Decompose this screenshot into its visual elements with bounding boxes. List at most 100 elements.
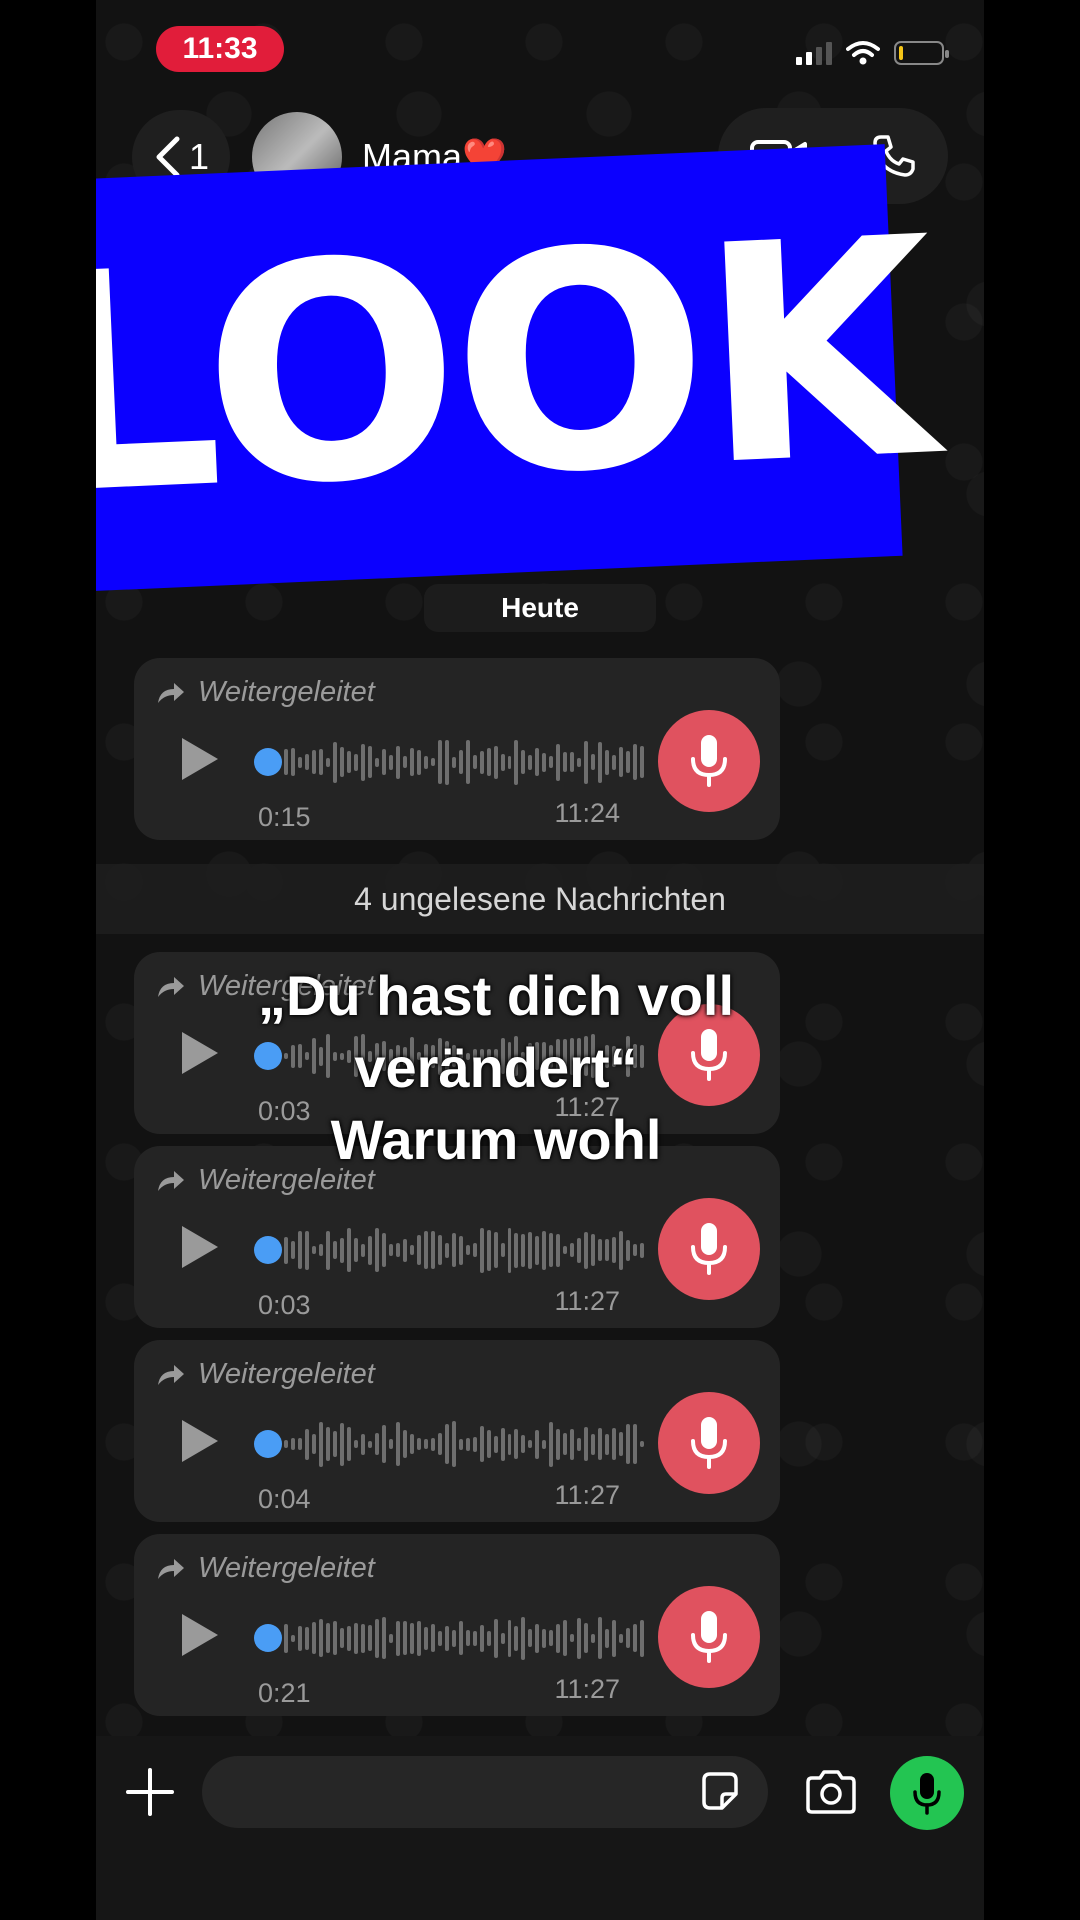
play-icon[interactable] [182, 1420, 218, 1462]
forward-icon [158, 1364, 184, 1385]
waveform-bar [458, 1621, 463, 1655]
forwarded-text: Weitergeleitet [198, 1552, 375, 1584]
waveform-bar [353, 1440, 358, 1448]
waveform-bar [458, 750, 463, 774]
waveform-bar [437, 1630, 442, 1646]
waveform-bar [297, 756, 302, 768]
waveform-bar [528, 1231, 533, 1269]
forwarded-text: Weitergeleitet [198, 676, 375, 708]
message-input[interactable] [202, 1756, 768, 1828]
waveform-bar [479, 1426, 484, 1462]
microphone-icon [913, 1773, 941, 1815]
waveform-bar [521, 750, 526, 774]
waveform-bar [437, 1235, 442, 1265]
waveform-bar [353, 753, 358, 771]
waveform-bar [472, 1243, 477, 1257]
waveform-bar [374, 1433, 379, 1455]
waveform-bar [284, 749, 288, 775]
waveform-bar [535, 1429, 540, 1459]
waveform-bar [500, 753, 505, 771]
waveform-bar [360, 1243, 365, 1257]
waveform-bar [563, 752, 568, 772]
waveform-bar [619, 1432, 624, 1456]
waveform-bar [465, 740, 470, 784]
waveform-bar [619, 747, 624, 777]
waveform-bar [360, 1433, 365, 1455]
waveform-bar [409, 748, 414, 776]
progress-dot[interactable] [254, 1430, 282, 1458]
waveform-bar [388, 1633, 393, 1643]
waveform-bar [535, 748, 540, 776]
waveform-bar [402, 756, 407, 768]
waveform-bar [584, 1427, 589, 1461]
waveform-bar [304, 1626, 309, 1650]
status-time: 11:33 [156, 26, 284, 72]
waveform-bar [514, 1232, 519, 1268]
waveform-bar [542, 1230, 547, 1270]
waveform-bar [304, 1428, 309, 1460]
waveform-bar [290, 748, 295, 776]
waveform-bar [311, 750, 316, 774]
duration: 0:04 [258, 1484, 311, 1514]
waveform-bar [325, 1427, 330, 1461]
waveform-bar [423, 1231, 428, 1269]
waveform-bar [598, 1617, 603, 1659]
waveform-bar [423, 1439, 428, 1449]
waveform-bar [591, 1633, 596, 1643]
back-count: 1 [188, 136, 210, 177]
play-icon[interactable] [182, 1614, 218, 1656]
waveform-bar [500, 1243, 505, 1257]
date-chip: Heute [424, 584, 656, 632]
waveform-bar [570, 1634, 575, 1642]
waveform[interactable] [284, 1604, 645, 1672]
waveform-bar [591, 754, 596, 770]
waveform[interactable] [284, 728, 645, 796]
waveform-bar [332, 1431, 337, 1457]
waveform-bar [493, 1232, 498, 1268]
waveform-bar [507, 1619, 512, 1657]
waveform-bar [304, 1230, 309, 1270]
waveform-bar [423, 755, 428, 769]
forward-icon [158, 682, 184, 703]
waveform-bar [360, 1623, 365, 1653]
waveform-bar [430, 1437, 435, 1451]
progress-dot[interactable] [254, 1624, 282, 1652]
record-voice-button[interactable] [890, 1756, 964, 1830]
waveform-bar [472, 755, 477, 769]
camera-icon[interactable] [804, 1770, 858, 1814]
waveform-bar [325, 757, 330, 767]
chat-screen: 11:33 1 Mama❤️ LOOK Heute Weitergeleitet… [96, 0, 984, 1920]
play-icon[interactable] [182, 738, 218, 780]
forwarded-text: Weitergeleitet [198, 1358, 375, 1390]
waveform-bar [570, 1428, 575, 1460]
waveform-bar [556, 1623, 561, 1653]
sticker-icon[interactable] [698, 1770, 742, 1814]
waveform-bar [318, 1421, 323, 1467]
play-icon[interactable] [182, 1226, 218, 1268]
waveform[interactable] [284, 1216, 645, 1284]
waveform-bar [388, 754, 393, 770]
waveform-bar [486, 1430, 491, 1458]
waveform-bar [374, 1228, 379, 1272]
waveform-bar [381, 749, 386, 775]
plus-icon[interactable] [124, 1766, 176, 1818]
waveform-bar [297, 1625, 302, 1651]
voice-message[interactable]: Weitergeleitet 0:04 11:27 [134, 1340, 780, 1522]
waveform-bar [409, 1245, 414, 1255]
waveform-bar [605, 1239, 610, 1261]
waveform-bar [584, 740, 589, 784]
waveform-bar [430, 1231, 435, 1269]
waveform-bar [591, 1234, 596, 1266]
duration: 0:15 [258, 802, 311, 832]
waveform-bar [381, 1233, 386, 1267]
progress-dot[interactable] [254, 748, 282, 776]
voice-message[interactable]: Weitergeleitet 0:15 11:24 [134, 658, 780, 840]
timestamp: 11:24 [554, 798, 620, 828]
waveform-bar [451, 1629, 456, 1647]
unread-banner: 4 ungelesene Nachrichten [96, 864, 984, 934]
waveform-bar [430, 1624, 435, 1652]
voice-message[interactable]: Weitergeleitet 0:21 11:27 [134, 1534, 780, 1716]
waveform-bar [444, 739, 449, 785]
progress-dot[interactable] [254, 1236, 282, 1264]
waveform[interactable] [284, 1410, 645, 1478]
